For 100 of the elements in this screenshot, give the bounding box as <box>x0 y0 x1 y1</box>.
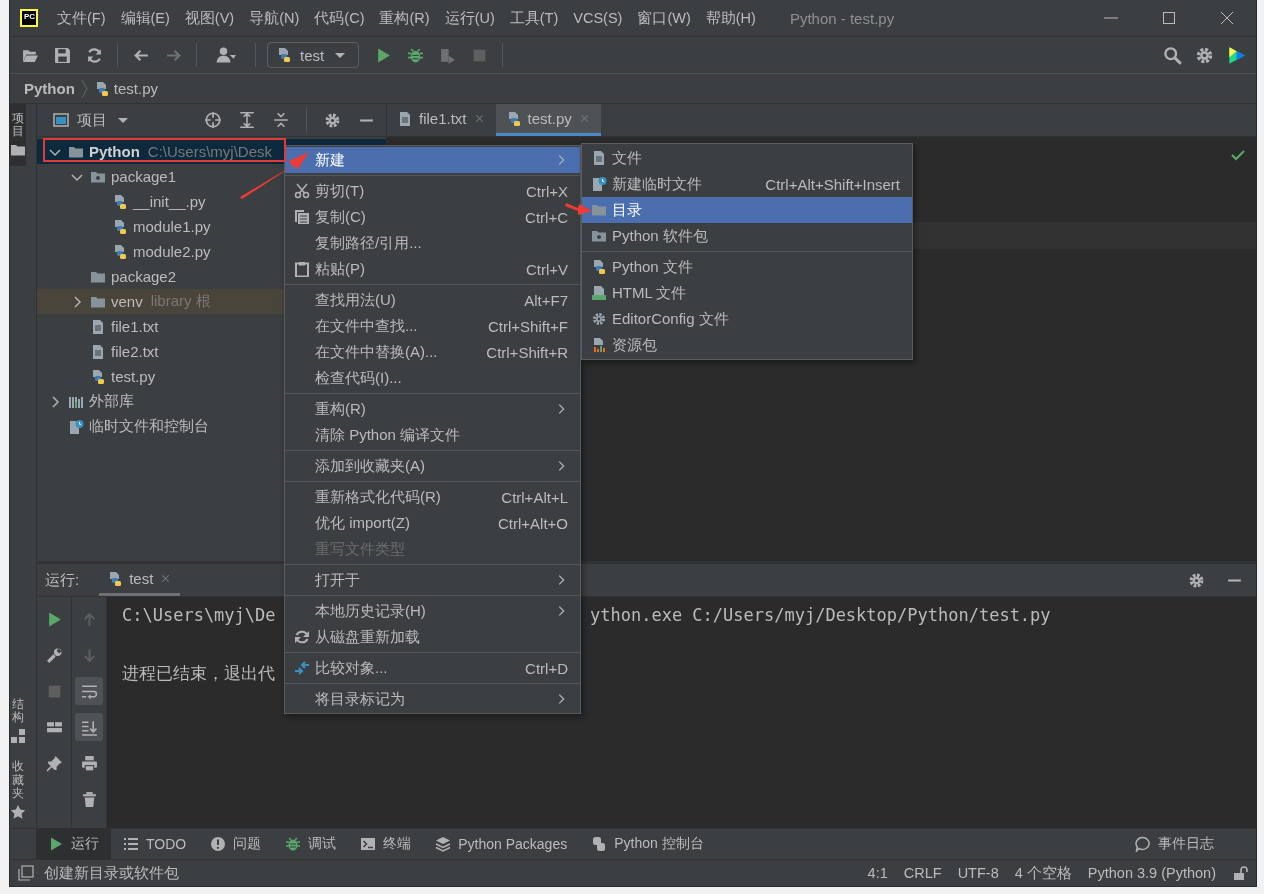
menu-bar-item[interactable]: 帮助(H) <box>698 8 763 28</box>
menu-bar-item[interactable]: 运行(U) <box>437 8 502 28</box>
search-icon[interactable] <box>1162 45 1182 65</box>
menu-item[interactable]: 检查代码(I)... <box>285 365 580 391</box>
menu-item[interactable]: 重构(R) <box>285 396 580 422</box>
menu-item[interactable]: 在文件中查找... Ctrl+Shift+F <box>285 313 580 339</box>
status-item[interactable]: UTF-8 <box>957 865 999 881</box>
crosshair-icon[interactable] <box>204 111 222 129</box>
minimize-icon <box>1104 17 1118 19</box>
python-file-icon <box>90 368 106 385</box>
sync-icon[interactable] <box>85 46 103 64</box>
menu-bar-item[interactable]: 编辑(E) <box>113 8 177 28</box>
menu-item[interactable]: 将目录标记为 <box>285 686 580 712</box>
tool-window-tab[interactable]: TODO <box>111 829 199 859</box>
tool-window-tab[interactable]: 运行 <box>36 829 111 859</box>
menu-item[interactable]: 剪切(T) Ctrl+X <box>285 178 580 204</box>
scissors-icon <box>294 183 310 199</box>
unlocked-lock-icon[interactable] <box>1232 865 1248 881</box>
triangle-logo-icon[interactable] <box>1226 45 1246 65</box>
trash-icon <box>80 790 98 808</box>
menu-item[interactable]: 复制路径/引用... <box>285 230 580 256</box>
pin-icon[interactable] <box>45 754 63 772</box>
terminal-icon <box>360 836 377 852</box>
bar-chart-icon <box>591 337 607 353</box>
tool-window-tab[interactable]: Python 控制台 <box>579 829 716 859</box>
tool-window-tab[interactable]: 终端 <box>348 829 424 859</box>
status-item[interactable]: CRLF <box>903 865 942 881</box>
menu-item[interactable]: Python 软件包 <box>582 223 912 249</box>
wrench-icon[interactable] <box>45 646 63 664</box>
menu-item[interactable]: 从磁盘重新加载 <box>285 624 580 650</box>
breadcrumb-item[interactable]: test.py <box>93 80 159 97</box>
menu-item[interactable]: 清除 Python 编译文件 <box>285 422 580 448</box>
window-title: Python - test.py <box>789 9 896 27</box>
settings-icon[interactable] <box>1187 571 1205 589</box>
menu-item[interactable]: Python 文件 <box>582 254 912 280</box>
status-item[interactable]: Python 3.9 (Python) <box>1087 865 1216 881</box>
menu-bar-item[interactable]: 工具(T) <box>502 8 566 28</box>
clipboard-icon <box>294 261 310 277</box>
copy-icon <box>294 209 310 225</box>
breadcrumb-separator-icon <box>80 78 88 99</box>
save-icon[interactable] <box>53 46 71 64</box>
menu-item[interactable]: 比较对象... Ctrl+D <box>285 655 580 681</box>
python-file-icon <box>107 570 124 587</box>
menu-item[interactable]: 文件 <box>582 145 912 171</box>
tool-window-tab[interactable]: 收藏夹 <box>10 752 26 828</box>
console-tool-button[interactable] <box>75 677 103 705</box>
menu-bar-item[interactable]: 导航(N) <box>242 8 307 28</box>
menu-item[interactable]: EditorConfig 文件 <box>582 306 912 332</box>
menu-item[interactable]: 粘贴(P) Ctrl+V <box>285 256 580 282</box>
menu-item[interactable]: 添加到收藏夹(A) <box>285 453 580 479</box>
tool-window-tab[interactable]: 项目 <box>10 104 26 167</box>
tool-window-tab[interactable]: 结构 <box>10 690 26 753</box>
status-message: 创建新目录或软件包 <box>44 863 179 883</box>
document-icon <box>397 110 413 127</box>
menu-item[interactable]: 本地历史记录(H) <box>285 598 580 624</box>
event-log-tab[interactable]: 事件日志 <box>1123 829 1226 859</box>
gear-icon <box>591 311 607 327</box>
menu-item[interactable]: 目录 <box>582 197 912 223</box>
status-item[interactable]: 4 个空格 <box>1014 863 1072 883</box>
run-config-dropdown[interactable]: test <box>267 42 360 68</box>
menu-item[interactable]: HTML 文件 <box>582 280 912 306</box>
menu-item[interactable]: 重新格式化代码(R) Ctrl+Alt+L <box>285 484 580 510</box>
menu-bar-item[interactable]: 窗口(W) <box>630 8 698 28</box>
run-panel-title: 运行: <box>45 570 80 590</box>
expand-all-icon[interactable] <box>238 111 256 129</box>
python-file-icon <box>591 259 607 275</box>
breadcrumb-item[interactable]: Python <box>24 80 75 97</box>
menu-item[interactable]: 在文件中替换(A)... Ctrl+Shift+R <box>285 339 580 365</box>
tool-window-tab[interactable]: 调试 <box>273 829 349 859</box>
project-view-dropdown[interactable]: 项目 <box>53 110 131 130</box>
menu-bar-item[interactable]: 代码(C) <box>307 8 372 28</box>
menu-item[interactable]: 新建 <box>285 147 580 173</box>
editor-tab[interactable]: file1.txt <box>387 104 496 136</box>
menu-item[interactable]: 资源包 <box>582 332 912 358</box>
clock-document-icon <box>591 176 607 192</box>
menu-bar-item[interactable]: 视图(V) <box>177 8 242 28</box>
layers-icon <box>435 836 452 852</box>
menu-bar-item[interactable]: 文件(F) <box>50 8 113 28</box>
refresh-icon <box>294 629 310 645</box>
tool-window-tab[interactable]: 问题 <box>198 829 274 859</box>
settings-icon[interactable] <box>1194 45 1214 65</box>
printer-icon <box>80 754 98 772</box>
bug-icon[interactable] <box>406 46 424 64</box>
menu-item[interactable]: 优化 import(Z) Ctrl+Alt+O <box>285 510 580 536</box>
package-icon <box>591 228 607 244</box>
window-square-icon[interactable] <box>18 865 34 881</box>
editor-tab[interactable]: test.py <box>495 104 601 136</box>
menu-item[interactable]: 新建临时文件 Ctrl+Alt+Shift+Insert <box>582 171 912 197</box>
bug-icon <box>285 836 302 852</box>
settings-icon[interactable] <box>323 111 341 129</box>
collapse-all-icon[interactable] <box>272 111 290 129</box>
console-tool-button[interactable] <box>75 713 103 741</box>
scroll-to-end-icon <box>80 718 98 736</box>
menu-bar-item[interactable]: 重构(R) <box>372 8 437 28</box>
menu-item[interactable]: 打开于 <box>285 567 580 593</box>
html-file-icon <box>591 285 607 301</box>
tool-window-tab[interactable]: Python Packages <box>423 829 580 859</box>
menu-bar-item[interactable]: VCS(S) <box>566 10 630 26</box>
status-item[interactable]: 4:1 <box>867 865 888 881</box>
user-icon[interactable] <box>216 45 236 65</box>
